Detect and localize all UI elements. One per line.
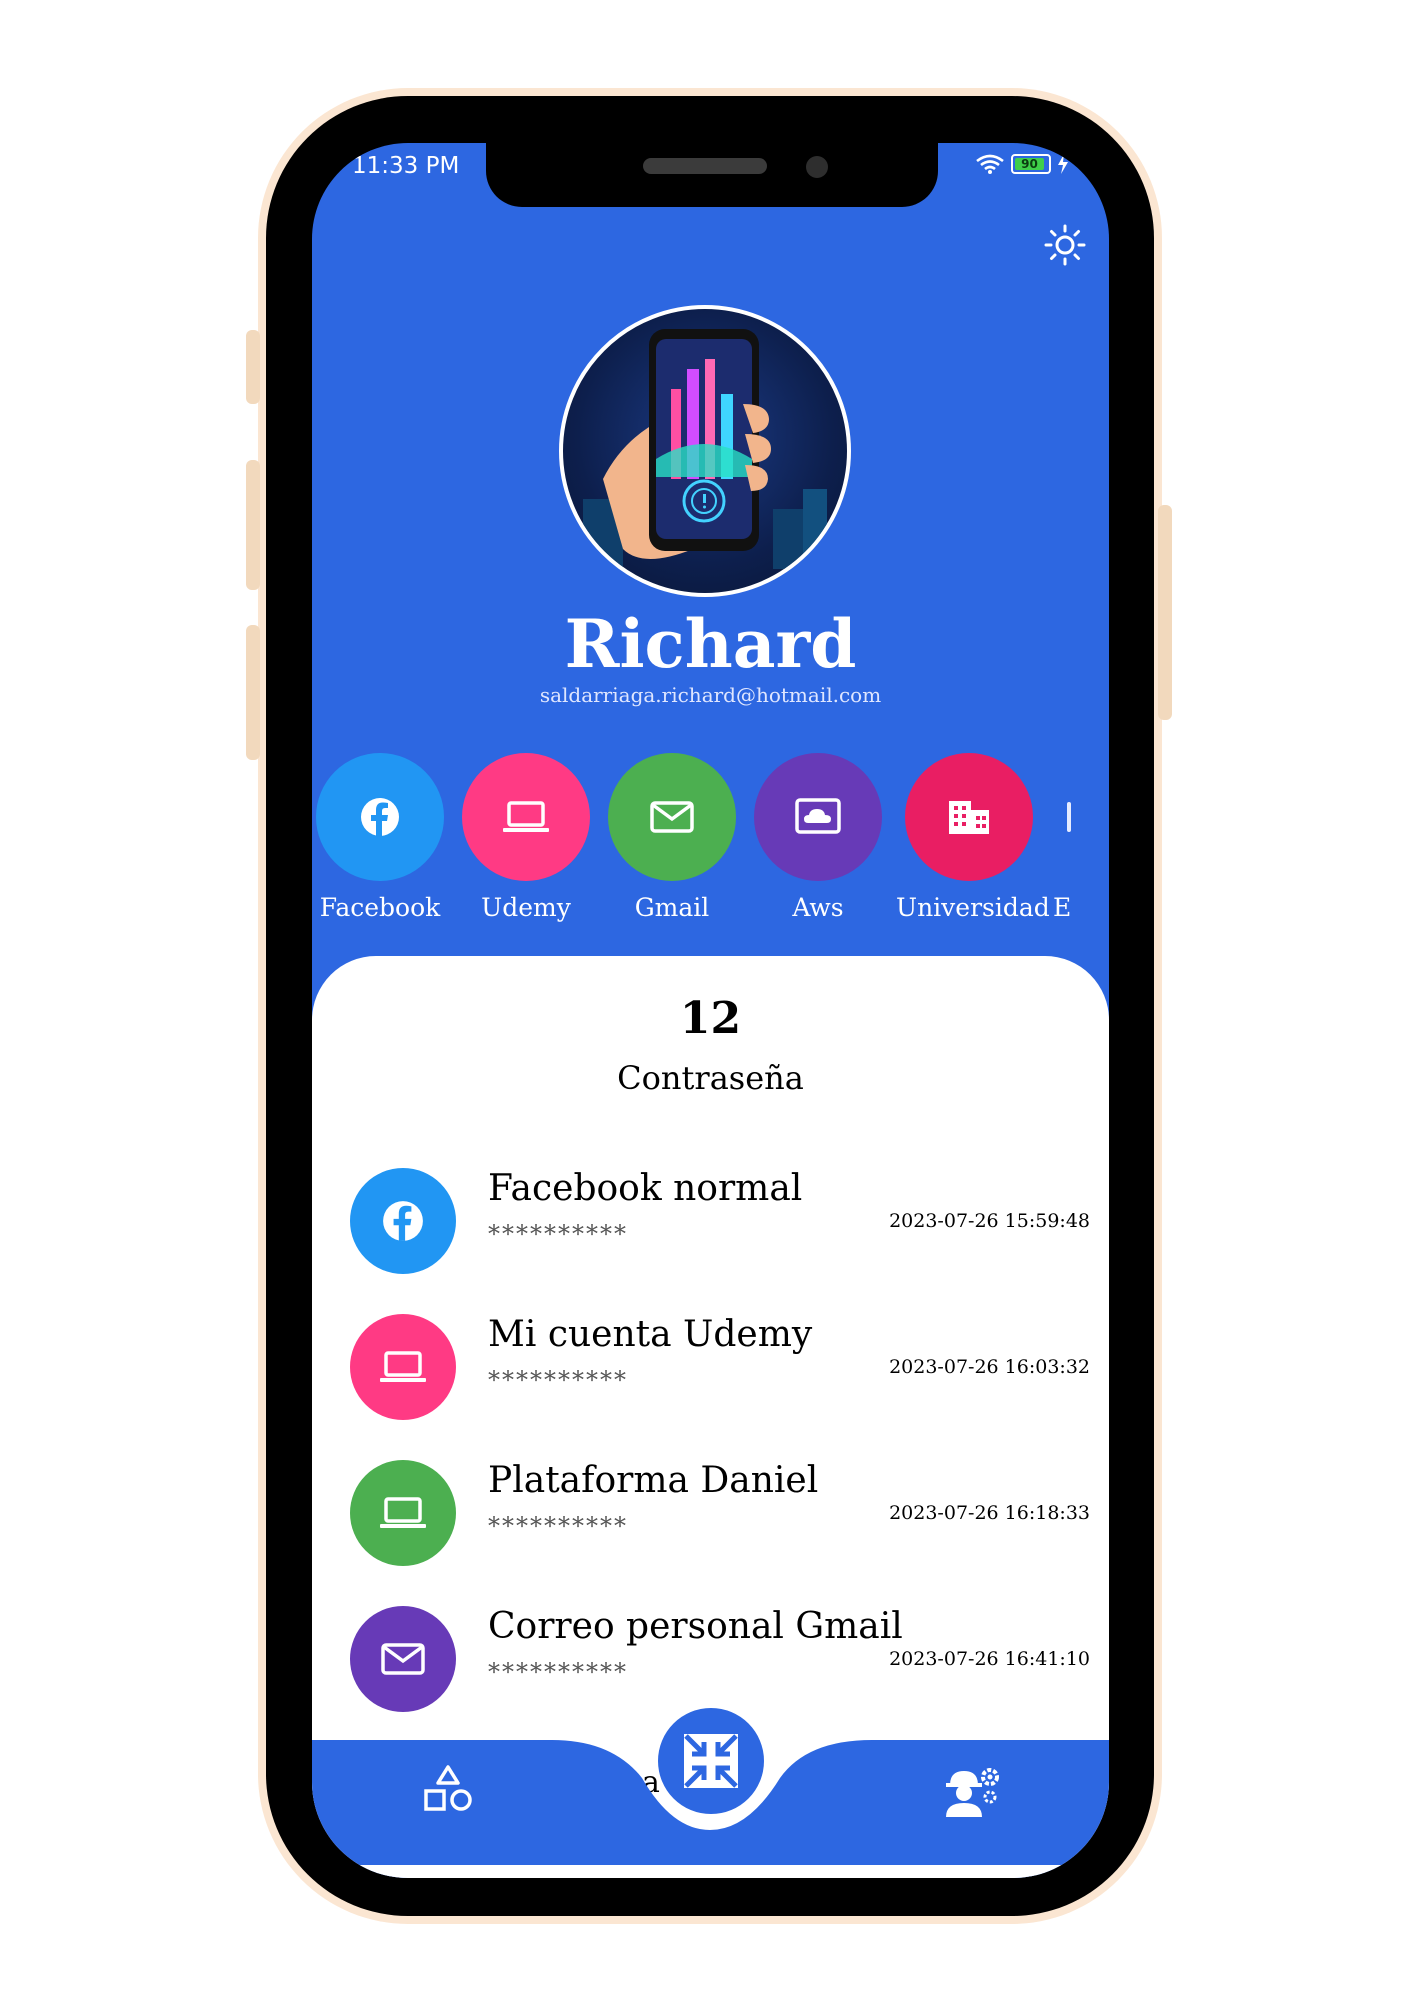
facebook-icon: [383, 1201, 423, 1241]
phone-power-button: [1158, 505, 1172, 720]
profile-email: saldarriaga.richard@hotmail.com: [539, 683, 882, 707]
charging-icon: [1058, 154, 1068, 174]
phone-volume-button: [246, 625, 260, 760]
category-udemy[interactable]: Udemy: [453, 753, 599, 922]
list-item-date: 2023-07-26 16:41:10: [889, 1648, 1090, 1670]
list-item-title: Correo personal Gmail: [488, 1606, 903, 1647]
category-universidad[interactable]: Universidad: [896, 753, 1050, 922]
category-list: Facebook Udemy Gmail Aws Universidad E: [312, 753, 1109, 922]
worker-gear-icon: [946, 1768, 999, 1817]
status-icons: 90: [975, 153, 1069, 175]
list-item-title: Mi cuenta Udemy: [488, 1314, 813, 1355]
laptop-icon: [503, 801, 549, 832]
bottom-strip: [312, 1865, 1109, 1878]
cloud-icon: [795, 798, 841, 834]
category-label: Facebook: [319, 893, 441, 922]
mail-icon: [381, 1643, 425, 1675]
list-item-title: Plataforma Daniel: [488, 1460, 819, 1501]
password-count-label: Contraseña: [617, 1059, 804, 1097]
avatar[interactable]: [559, 305, 851, 597]
category-partial[interactable]: E: [1053, 753, 1109, 922]
battery-icon: 90: [1011, 154, 1051, 174]
battery-level: 90: [1015, 158, 1044, 170]
category-label: E: [1053, 893, 1072, 922]
list-item-date: 2023-07-26 15:59:48: [889, 1210, 1090, 1232]
category-aws[interactable]: Aws: [745, 753, 891, 922]
phone-notch: [486, 143, 938, 207]
add-password-fab[interactable]: [658, 1708, 764, 1814]
list-item[interactable]: Correo personal Gmail ********** 2023-07…: [350, 1606, 1090, 1716]
list-item-password: **********: [488, 1220, 628, 1248]
list-item-password: **********: [488, 1512, 628, 1540]
category-gmail[interactable]: Gmail: [599, 753, 745, 922]
mail-icon: [650, 801, 694, 833]
list-item-icon: [350, 1168, 456, 1274]
nav-settings-button[interactable]: [942, 1763, 1002, 1819]
category-label: Gmail: [634, 893, 710, 922]
list-item-date: 2023-07-26 16:03:32: [889, 1356, 1090, 1378]
list-item-icon: [350, 1460, 456, 1566]
status-time: 11:33 PM: [352, 153, 460, 179]
facebook-icon: [361, 798, 399, 836]
building-icon: [949, 801, 989, 834]
list-item-date: 2023-07-26 16:18:33: [889, 1502, 1090, 1524]
sun-icon: [1044, 224, 1086, 266]
list-item[interactable]: Mi cuenta Udemy ********** 2023-07-26 16…: [350, 1314, 1090, 1424]
category-facebook[interactable]: Facebook: [312, 753, 453, 922]
list-item[interactable]: Facebook normal ********** 2023-07-26 15…: [350, 1168, 1090, 1278]
phone-speaker: [643, 158, 767, 174]
theme-toggle-button[interactable]: [1043, 223, 1087, 267]
phone-camera: [806, 156, 828, 178]
shrink-arrows-icon: [684, 1734, 738, 1788]
category-partial-circle-edge: [1067, 802, 1071, 832]
laptop-icon: [380, 1351, 426, 1382]
list-item-icon: [350, 1606, 456, 1712]
category-aws-circle: [754, 753, 882, 881]
avatar-illustration: [583, 329, 827, 569]
list-item-title: Facebook normal: [488, 1168, 803, 1209]
list-item[interactable]: Plataforma Daniel ********** 2023-07-26 …: [350, 1460, 1090, 1570]
app-screen: 11:33 PM 90 Richard saldarriaga.richard@…: [312, 143, 1109, 1878]
category-label: Udemy: [481, 893, 571, 922]
category-universidad-circle: [905, 753, 1033, 881]
category-gmail-circle: [608, 753, 736, 881]
category-udemy-circle: [462, 753, 590, 881]
category-facebook-circle: [316, 753, 444, 881]
wifi-icon: [976, 154, 1004, 174]
shapes-icon: [424, 1765, 472, 1811]
list-item-password: **********: [488, 1658, 628, 1686]
profile-name: Richard: [564, 605, 857, 683]
phone-volume-button: [246, 330, 260, 404]
password-count: 12: [679, 993, 742, 1044]
list-item-password: **********: [488, 1366, 628, 1394]
list-item-icon: [350, 1314, 456, 1420]
nav-categories-button[interactable]: [420, 1763, 476, 1819]
laptop-icon: [380, 1497, 426, 1528]
phone-volume-button: [246, 460, 260, 590]
category-label: Aws: [792, 893, 844, 922]
category-label: Universidad: [896, 893, 1050, 922]
